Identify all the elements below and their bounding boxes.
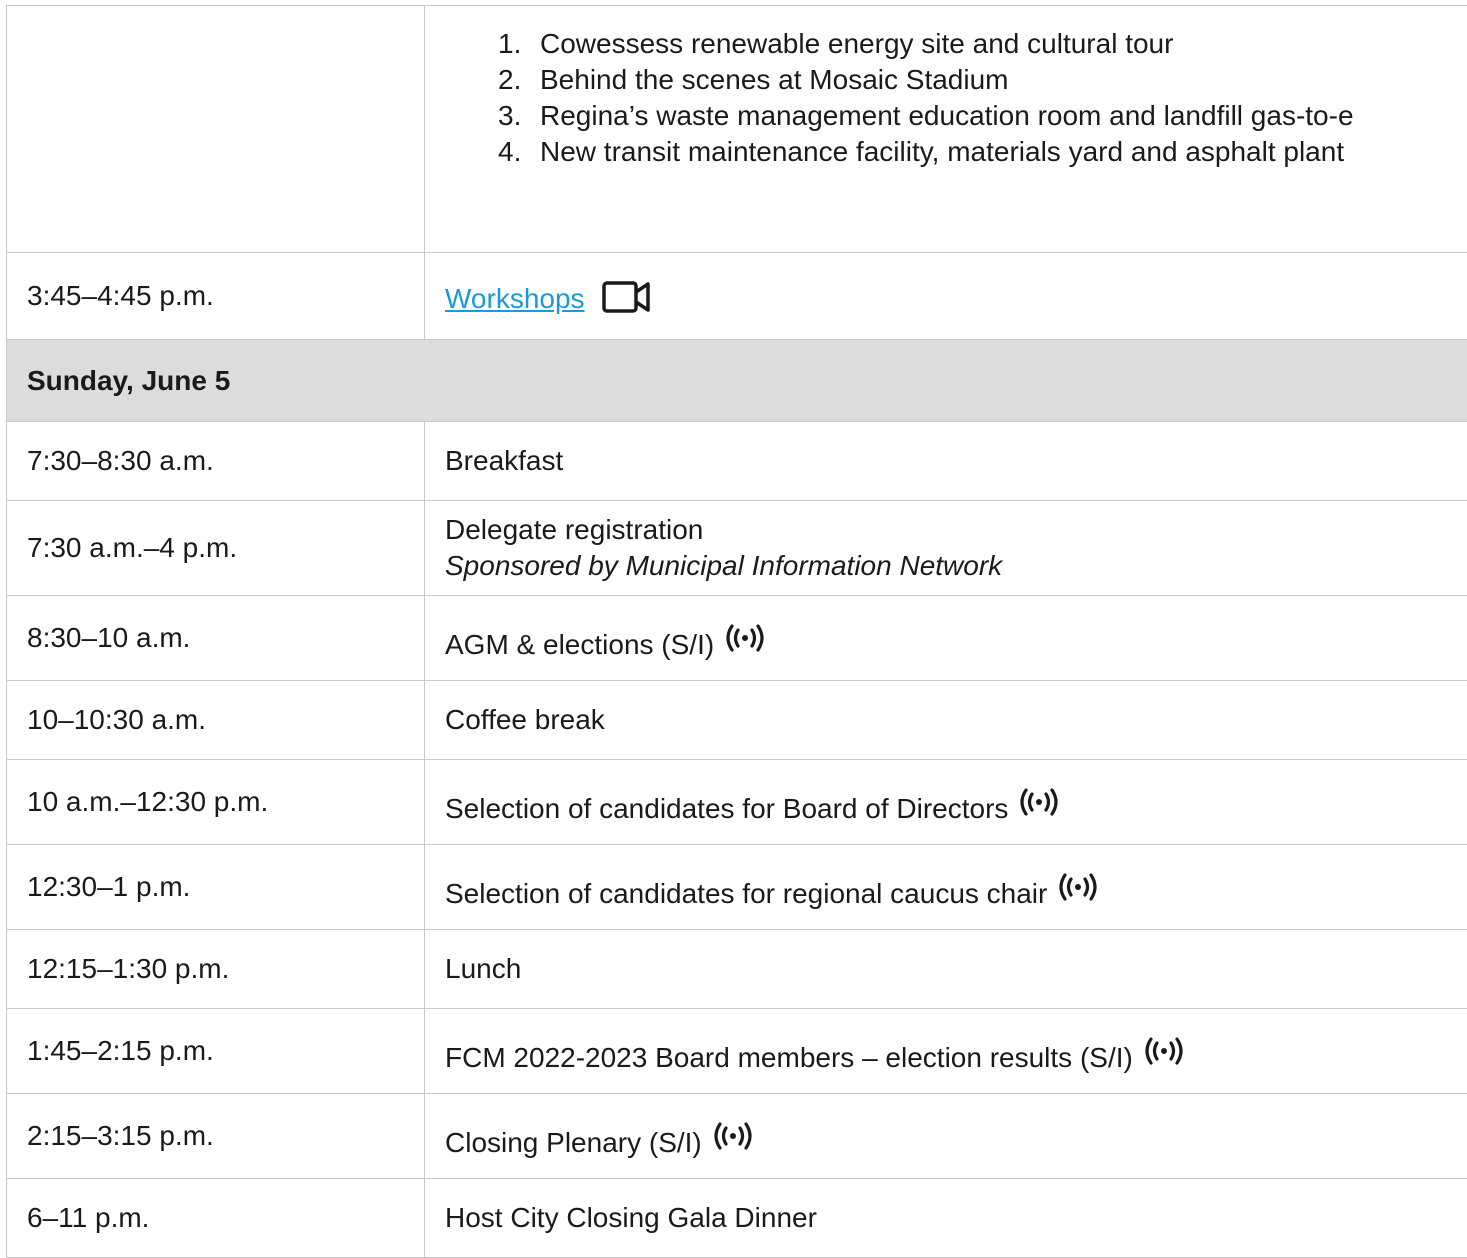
table-row: Sunday, June 5 (7, 340, 1467, 422)
live-broadcast-icon (710, 1122, 756, 1159)
live-broadcast-icon (1141, 1037, 1187, 1074)
table-row: Cowessess renewable energy site and cult… (7, 6, 1467, 253)
time-cell: 7:30–8:30 a.m. (7, 422, 425, 501)
event-cell: Breakfast (425, 422, 1467, 501)
event-cell: Workshops (425, 253, 1467, 340)
event-title: Selection of candidates for Board of Dir… (445, 793, 1008, 824)
table-row: 12:15–1:30 p.m. Lunch (7, 930, 1467, 1009)
event-cell: Host City Closing Gala Dinner (425, 1179, 1467, 1258)
time-cell: 7:30 a.m.–4 p.m. (7, 501, 425, 596)
event-title: FCM 2022-2023 Board members – election r… (445, 1042, 1133, 1073)
event-cell: FCM 2022-2023 Board members – election r… (425, 1009, 1467, 1094)
table-row: 10 a.m.–12:30 p.m. Selection of candidat… (7, 760, 1467, 845)
event-cell: Closing Plenary (S/I) (425, 1094, 1467, 1179)
time-cell: 1:45–2:15 p.m. (7, 1009, 425, 1094)
table-row: 2:15–3:15 p.m. Closing Plenary (S/I) (7, 1094, 1467, 1179)
event-title: Delegate registration (445, 512, 1467, 548)
list-item: Cowessess renewable energy site and cult… (540, 26, 1467, 62)
table-row: 7:30 a.m.–4 p.m. Delegate registration S… (7, 501, 1467, 596)
table-row: 6–11 p.m. Host City Closing Gala Dinner (7, 1179, 1467, 1258)
event-cell: AGM & elections (S/I) (425, 596, 1467, 681)
live-broadcast-icon (1016, 788, 1062, 825)
time-cell: 10 a.m.–12:30 p.m. (7, 760, 425, 845)
list-item: New transit maintenance facility, materi… (540, 134, 1467, 170)
table-row: 10–10:30 a.m. Coffee break (7, 681, 1467, 760)
event-cell: Selection of candidates for regional cau… (425, 845, 1467, 930)
list-item: Behind the scenes at Mosaic Stadium (540, 62, 1467, 98)
sponsor-text: Sponsored by Municipal Information Netwo… (445, 548, 1467, 584)
schedule-table: Cowessess renewable energy site and cult… (6, 5, 1467, 1258)
workshops-link[interactable]: Workshops (445, 283, 585, 314)
event-cell: Delegate registration Sponsored by Munic… (425, 501, 1467, 596)
time-cell: 8:30–10 a.m. (7, 596, 425, 681)
time-cell: 12:15–1:30 p.m. (7, 930, 425, 1009)
event-title: Selection of candidates for regional cau… (445, 878, 1047, 909)
tour-list: Cowessess renewable energy site and cult… (445, 26, 1467, 170)
live-broadcast-icon (722, 624, 768, 661)
time-cell (7, 6, 425, 253)
table-row: 8:30–10 a.m. AGM & elections (S/I) (7, 596, 1467, 681)
video-camera-icon (602, 280, 652, 323)
list-item: Regina’s waste management education room… (540, 98, 1467, 134)
live-broadcast-icon (1055, 873, 1101, 910)
event-cell: Coffee break (425, 681, 1467, 760)
event-cell: Selection of candidates for Board of Dir… (425, 760, 1467, 845)
day-header: Sunday, June 5 (7, 340, 1467, 422)
time-cell: 3:45–4:45 p.m. (7, 253, 425, 340)
table-row: 7:30–8:30 a.m. Breakfast (7, 422, 1467, 501)
event-title: Closing Plenary (S/I) (445, 1127, 702, 1158)
table-row: 1:45–2:15 p.m. FCM 2022-2023 Board membe… (7, 1009, 1467, 1094)
event-title: AGM & elections (S/I) (445, 629, 714, 660)
time-cell: 6–11 p.m. (7, 1179, 425, 1258)
table-row: 12:30–1 p.m. Selection of candidates for… (7, 845, 1467, 930)
tour-list-cell: Cowessess renewable energy site and cult… (425, 6, 1467, 253)
event-cell: Lunch (425, 930, 1467, 1009)
time-cell: 10–10:30 a.m. (7, 681, 425, 760)
time-cell: 12:30–1 p.m. (7, 845, 425, 930)
time-cell: 2:15–3:15 p.m. (7, 1094, 425, 1179)
table-row: 3:45–4:45 p.m. Workshops (7, 253, 1467, 340)
